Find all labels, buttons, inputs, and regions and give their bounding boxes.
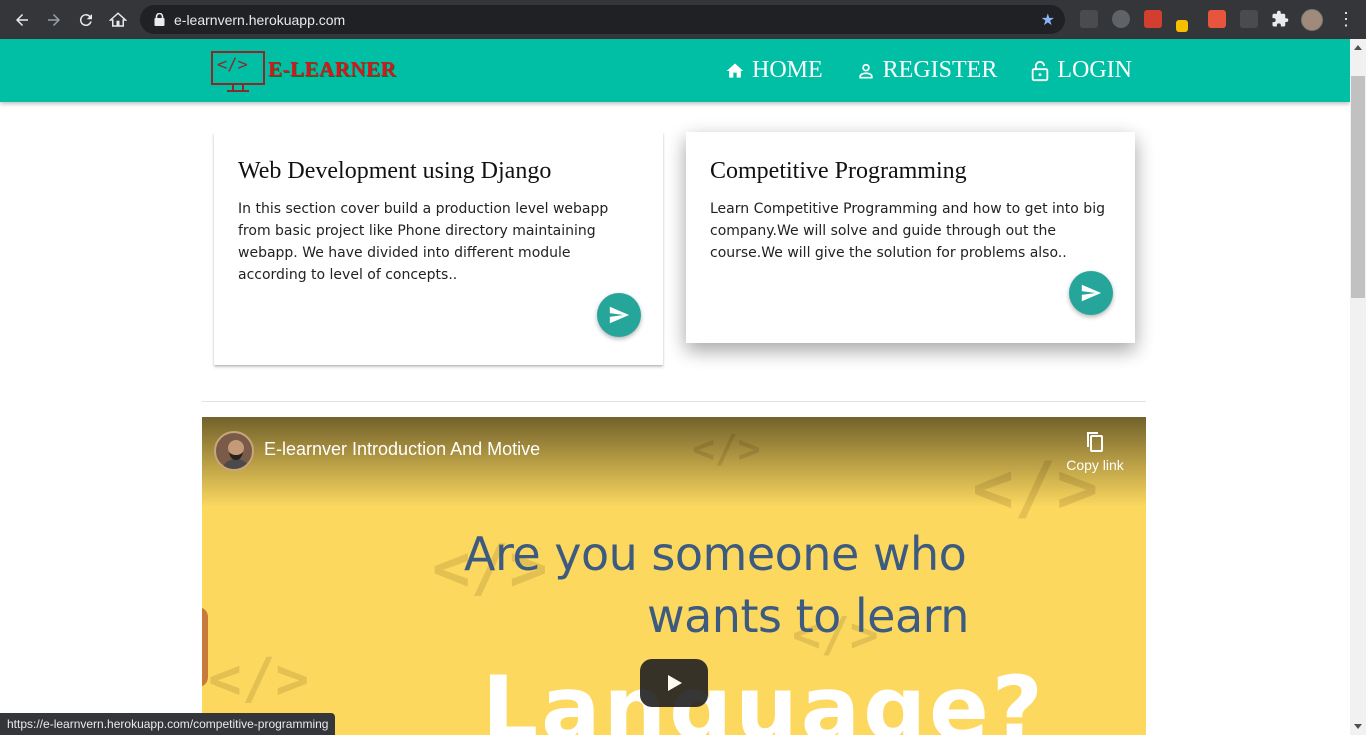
bookmark-star-icon[interactable]: ★ <box>1041 10 1055 30</box>
reload-icon <box>79 14 92 27</box>
puzzle-icon[interactable] <box>1271 10 1289 28</box>
play-button[interactable] <box>640 659 708 707</box>
monitor-code-icon: </> <box>211 51 266 93</box>
nav-login[interactable]: LOGIN <box>1029 57 1132 84</box>
site-navbar: </> E-LEARNER HOME REGISTER LOGIN <box>0 39 1350 102</box>
home-button[interactable] <box>102 4 134 36</box>
copy-link-label: Copy link <box>1066 457 1124 473</box>
page-scrollbar[interactable] <box>1350 39 1366 735</box>
extension-icon[interactable] <box>1080 10 1098 28</box>
send-icon <box>609 306 630 324</box>
arrow-left-icon <box>16 14 28 26</box>
logo-text: E-LEARNER <box>268 56 397 81</box>
extension-icon[interactable] <box>1240 10 1258 28</box>
play-icon <box>668 675 682 691</box>
nav-register[interactable]: REGISTER <box>855 57 998 84</box>
nav-home[interactable]: HOME <box>724 57 823 84</box>
presenter-edge <box>202 607 208 687</box>
nav-links: HOME REGISTER LOGIN <box>724 57 1132 84</box>
extension-icon[interactable] <box>1208 10 1226 28</box>
home-outline-icon <box>109 12 127 27</box>
address-bar[interactable]: e-learnvern.herokuapp.com ★ <box>140 5 1065 34</box>
back-button[interactable] <box>6 4 38 36</box>
reload-button[interactable] <box>70 4 102 36</box>
nav-home-label: HOME <box>752 57 823 83</box>
video-caption-line: Are you someone who <box>464 527 967 581</box>
card-title: Competitive Programming <box>710 158 967 184</box>
copy-link-button[interactable]: Copy link <box>1064 431 1126 473</box>
copy-icon <box>1064 431 1126 453</box>
channel-avatar[interactable] <box>214 431 254 471</box>
video-caption-large: Language? <box>482 657 1046 735</box>
extension-icon[interactable] <box>1112 10 1130 28</box>
lock-icon <box>1029 60 1051 82</box>
video-caption-line: wants to learn <box>647 589 969 643</box>
card-description: Learn Competitive Programming and how to… <box>710 201 1105 261</box>
profile-avatar[interactable] <box>1301 9 1323 31</box>
scroll-down-arrow-icon[interactable] <box>1354 724 1362 729</box>
send-icon <box>1081 284 1102 302</box>
nav-login-label: LOGIN <box>1057 57 1132 83</box>
forward-button[interactable] <box>38 4 70 36</box>
extension-icon[interactable] <box>1144 10 1162 28</box>
course-card-competitive: Competitive Programming Learn Competitiv… <box>686 132 1135 343</box>
video-title-overlay <box>202 417 1146 507</box>
logo-code-text: </> <box>217 55 248 75</box>
url-text: e-learnvern.herokuapp.com <box>174 11 346 28</box>
link-status-bar: https://e-learnvern.herokuapp.com/compet… <box>0 713 336 735</box>
browser-toolbar: e-learnvern.herokuapp.com ★ ⋮ <box>0 0 1366 39</box>
site-logo[interactable]: </> E-LEARNER <box>211 50 401 94</box>
open-course-button[interactable] <box>597 293 641 337</box>
youtube-embed[interactable]: </> </> </> </> </> Are you someone who … <box>202 417 1146 735</box>
section-divider <box>202 401 1146 402</box>
video-title[interactable]: E-learnver Introduction And Motive <box>264 439 540 460</box>
card-title: Web Development using Django <box>238 158 552 184</box>
code-pattern-icon: </> <box>208 647 310 712</box>
home-icon <box>724 60 746 82</box>
more-menu-icon[interactable]: ⋮ <box>1337 8 1355 30</box>
arrow-right-icon <box>48 14 60 26</box>
nav-register-label: REGISTER <box>882 57 998 83</box>
scroll-thumb[interactable] <box>1351 76 1365 298</box>
open-course-button[interactable] <box>1069 271 1113 315</box>
lock-icon <box>152 13 166 27</box>
card-description: In this section cover build a production… <box>238 201 609 283</box>
person-icon <box>855 60 877 82</box>
extension-badge-icon[interactable] <box>1176 20 1188 32</box>
course-card-django: Web Development using Django In this sec… <box>214 132 663 365</box>
scroll-up-arrow-icon[interactable] <box>1354 45 1362 50</box>
